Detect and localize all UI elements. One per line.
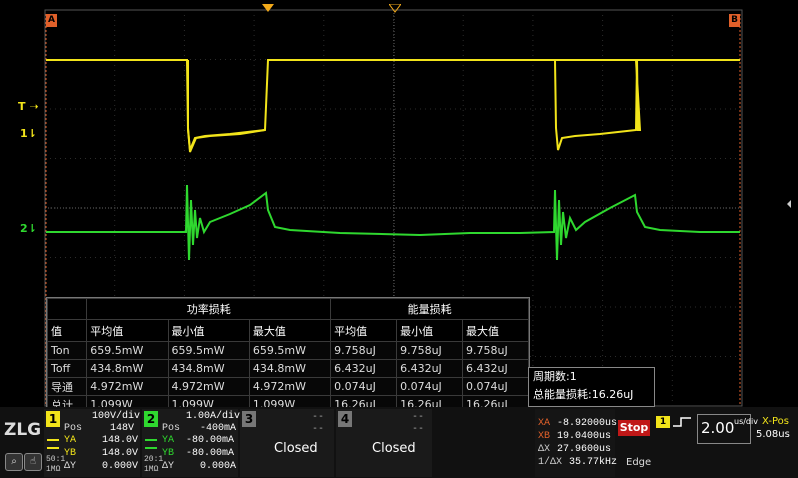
cycle-count: 周期数:1 (533, 370, 577, 383)
xpos-label: X-Pos (762, 416, 789, 427)
table-row: 导通 4.972mW 4.972mW 4.972mW 0.074uJ 0.074uJ 0.0… (46, 377, 529, 396)
ch2-position: -400mA (200, 423, 237, 434)
table-row: Ton 659.5mW 659.5mW 659.5mW 9.758uJ 9.758uJ 9.… (46, 341, 529, 360)
table-cell: 659.5mW (86, 341, 169, 360)
column-header: 最大值 (248, 319, 332, 342)
group-header-power: 功率损耗 (86, 298, 332, 320)
ch4-status: Closed (372, 441, 416, 456)
ch2-offset-marker[interactable]: 2⇂ (20, 222, 37, 235)
timebase-unit: us/div (734, 417, 758, 426)
touch-icon[interactable]: ☝ (24, 453, 42, 471)
ch1-panel[interactable]: 1 100V/div Pos 148V YA 148.0V YB 148.0V … (44, 409, 140, 477)
cursor-xb: 19.0400us (557, 431, 612, 442)
search-icon[interactable]: ⌕ (5, 453, 23, 471)
ch4-number[interactable]: 4 (338, 411, 352, 427)
ch2-panel[interactable]: 2 1.00A/div Pos -400mA YA -80.00mA YB -8… (142, 409, 240, 477)
trigger-type[interactable]: Edge (626, 457, 651, 468)
total-energy-loss: 总能量损耗:16.26uJ (533, 388, 634, 401)
table-cell: 659.5mW (248, 341, 332, 360)
table-cell: 659.5mW (167, 341, 250, 360)
table-cell: 0.074uJ (330, 377, 398, 396)
table-cell: 6.432uJ (330, 359, 398, 378)
ch3-status: Closed (274, 441, 318, 456)
table-cell: 0.074uJ (396, 377, 464, 396)
ch1-offset-marker[interactable]: 1⇂ (20, 127, 37, 140)
ch4-panel[interactable]: 4 -- -- Closed (336, 409, 432, 477)
row-label: Toff (46, 359, 88, 378)
column-header: 平均值 (86, 319, 169, 342)
row-label: Ton (46, 341, 88, 360)
column-header: 最大值 (462, 319, 529, 342)
ch1-probe: 50:1 (46, 455, 66, 464)
column-header: 平均值 (330, 319, 398, 342)
trigger-position-marker[interactable] (262, 4, 274, 14)
column-header: 最小值 (167, 319, 250, 342)
ch2-yb: YB (162, 448, 175, 459)
table-cell: 4.972mW (86, 377, 169, 396)
ch1-scale[interactable]: 100V/div (92, 411, 140, 422)
cursor-xa: -8.92000us (557, 418, 618, 429)
table-cell: 434.8mW (86, 359, 169, 378)
table-cell: 6.432uJ (462, 359, 529, 378)
cursor-a-tag[interactable]: A (46, 14, 57, 27)
trigger-level-marker[interactable]: T ➝ (18, 100, 39, 113)
ch1-yb: YB (64, 448, 77, 459)
ch3-panel[interactable]: 3 -- -- Closed (240, 409, 334, 477)
ch1-position: 148V (110, 423, 135, 434)
timebase-panel[interactable]: 2.00 us/div (697, 414, 758, 444)
ch1-ya: YA (64, 435, 77, 446)
table-cell: 434.8mW (248, 359, 332, 378)
table-cell: 4.972mW (167, 377, 250, 396)
trigger-source-badge[interactable]: 1 (656, 416, 670, 428)
ch1-number[interactable]: 1 (46, 411, 60, 427)
row-label: 导通 (46, 377, 88, 396)
zlg-logo: ZLG (4, 420, 42, 440)
group-header-energy: 能量损耗 (330, 298, 529, 320)
summary-box: 周期数:1 总能量损耗:16.26uJ (528, 367, 655, 407)
ch2-ya: YA (162, 435, 175, 446)
table-row: Toff 434.8mW 434.8mW 434.8mW 6.432uJ 6.432uJ 6… (46, 359, 529, 378)
table-cell: 0.074uJ (462, 377, 529, 396)
cursor-frequency: 35.77kHz (569, 457, 618, 468)
table-cell: 6.432uJ (396, 359, 464, 378)
cursor-readout-panel[interactable]: XA -8.92000us XB 19.0400us ΔX 27.9600us … (535, 409, 618, 477)
center-reference-marker (389, 4, 401, 13)
table-cell: 434.8mW (167, 359, 250, 378)
ch1-coupling-icon (47, 439, 59, 449)
ch2-impedance: 1MΩ (144, 465, 159, 474)
table-cell: 9.758uJ (330, 341, 398, 360)
ch2-scale[interactable]: 1.00A/div (186, 411, 240, 422)
cursor-b-tag[interactable]: B (729, 14, 740, 27)
timebase-scale: 2.00 (701, 419, 735, 437)
ch1-impedance: 1MΩ (46, 465, 61, 474)
xpos-value[interactable]: 5.08us (756, 429, 790, 440)
edge-trigger-icon (673, 417, 691, 427)
table-cell: 4.972mW (248, 377, 332, 396)
cursor-dx: 27.9600us (557, 444, 612, 455)
column-header: 值 (46, 319, 88, 342)
table-cell: 9.758uJ (462, 341, 529, 360)
ch2-coupling-icon (145, 439, 157, 449)
ch3-number[interactable]: 3 (242, 411, 256, 427)
table-cell: 9.758uJ (396, 341, 464, 360)
power-loss-measurement-table: 功率损耗 能量损耗 值平均值 最小值 最大值 平均值 最小值 最大值 Ton 659.5mW… (46, 297, 530, 414)
ch2-number[interactable]: 2 (144, 411, 158, 427)
column-header: 最小值 (396, 319, 464, 342)
ch2-probe: 20:1 (144, 455, 164, 464)
run-stop-button[interactable]: Stop (618, 420, 650, 436)
